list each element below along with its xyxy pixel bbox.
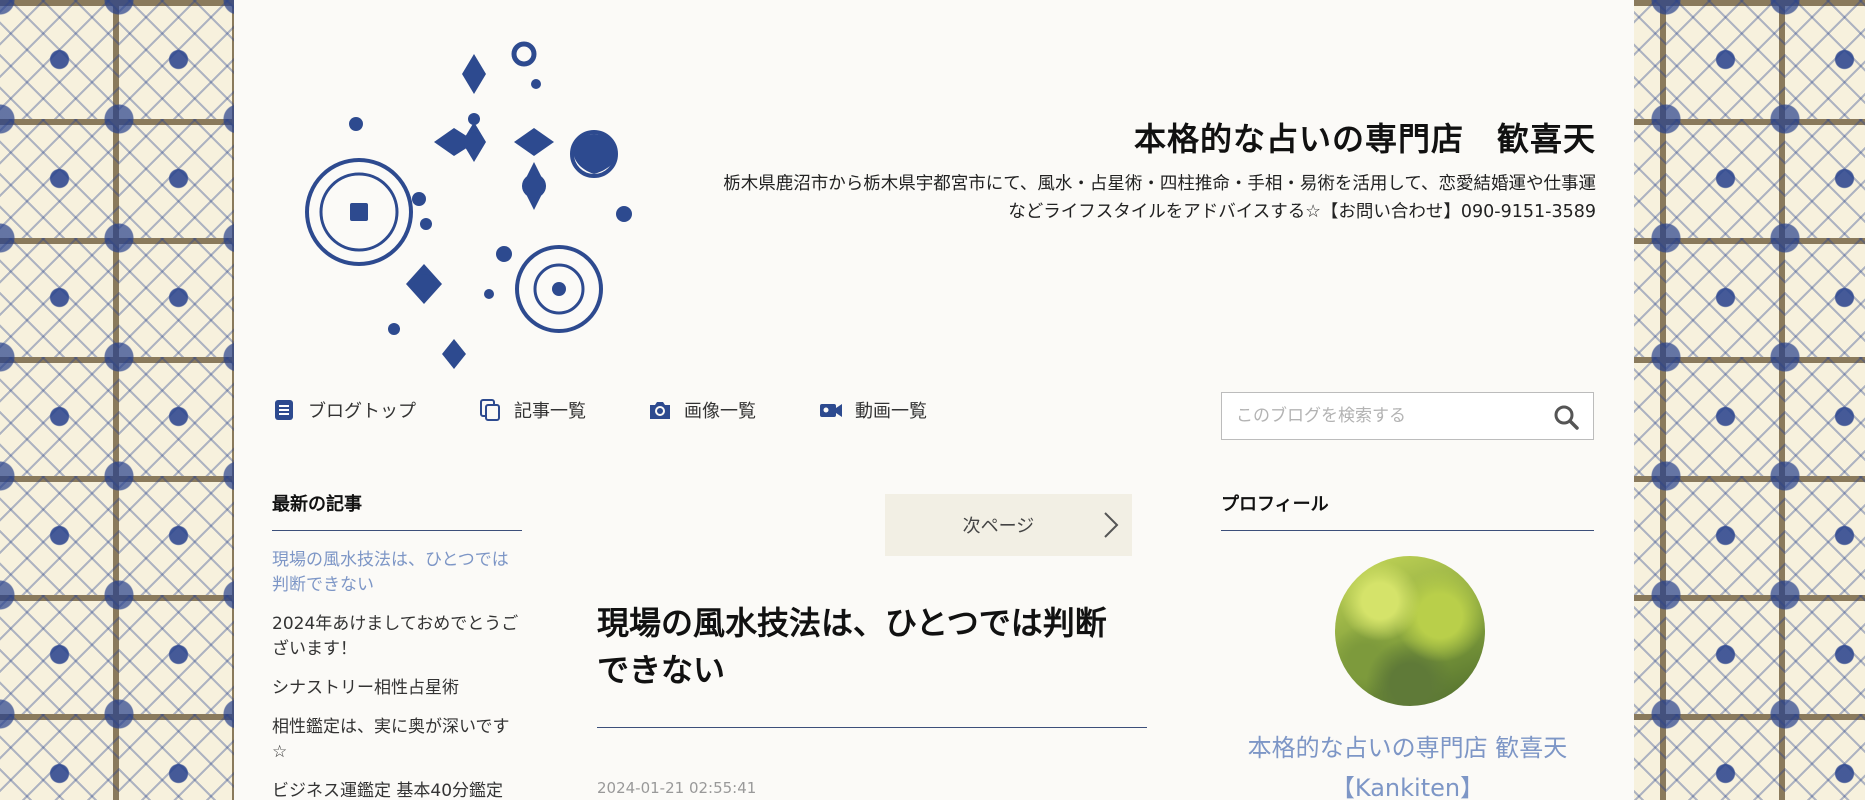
document-icon xyxy=(275,400,293,420)
profile-name-link[interactable]: 本格的な占いの専門店 歓喜天【Kankiten】 xyxy=(1221,728,1594,800)
main-content: 本格的な占いの専門店 歓喜天 栃木県鹿沼市から栃木県宇都宮市にて、風水・占星術・… xyxy=(234,0,1634,800)
recent-post-link[interactable]: ビジネス運鑑定 基本40分鑑定 xyxy=(272,779,522,800)
video-camera-icon xyxy=(820,404,842,417)
recent-post-link[interactable]: 相性鑑定は、実に奥が深いです☆ xyxy=(272,715,522,765)
copy-icon xyxy=(480,399,500,421)
search-icon[interactable] xyxy=(1553,404,1579,430)
article-title[interactable]: 現場の風水技法は、ひとつでは判断できない xyxy=(597,600,1137,694)
recent-post-link[interactable]: シナストリー相性占星術 xyxy=(272,676,522,701)
blog-search xyxy=(1221,392,1594,440)
article-title-divider xyxy=(597,727,1147,728)
site-description: 栃木県鹿沼市から栃木県宇都宮市にて、風水・占星術・四柱推命・手相・易術を活用して… xyxy=(723,174,1596,222)
article-date: 2024-01-21 02:55:41 xyxy=(597,779,757,797)
nav-video-list-label: 動画一覧 xyxy=(855,401,927,422)
recent-post-link[interactable]: 現場の風水技法は、ひとつでは判断できない xyxy=(272,548,522,598)
nav-blog-top-label: ブログトップ xyxy=(308,401,416,422)
nav-article-list[interactable]: 記事一覧 xyxy=(478,397,586,423)
nav-video-list[interactable]: 動画一覧 xyxy=(819,397,927,423)
recent-posts-list: 現場の風水技法は、ひとつでは判断できない 2024年あけましておめでとうございま… xyxy=(272,548,522,800)
profile-heading: プロフィール xyxy=(1221,494,1329,515)
next-page-label: 次ページ xyxy=(962,516,1035,537)
nav-article-list-label: 記事一覧 xyxy=(514,401,586,422)
tile-ornament-logo xyxy=(305,41,632,369)
site-title[interactable]: 本格的な占いの専門店 歓喜天 xyxy=(1134,114,1596,160)
camera-icon xyxy=(650,402,670,419)
recent-posts-divider xyxy=(272,530,522,531)
profile-divider xyxy=(1221,530,1594,531)
recent-posts-heading: 最新の記事 xyxy=(272,494,362,515)
next-page-button[interactable]: 次ページ xyxy=(885,494,1132,556)
nav-image-list-label: 画像一覧 xyxy=(684,401,756,422)
chevron-right-icon xyxy=(1104,512,1119,538)
search-input[interactable] xyxy=(1222,393,1532,439)
recent-post-link[interactable]: 2024年あけましておめでとうございます！ xyxy=(272,612,522,662)
nav-image-list[interactable]: 画像一覧 xyxy=(648,397,756,423)
avatar[interactable] xyxy=(1335,556,1485,706)
nav-blog-top[interactable]: ブログトップ xyxy=(272,397,416,423)
